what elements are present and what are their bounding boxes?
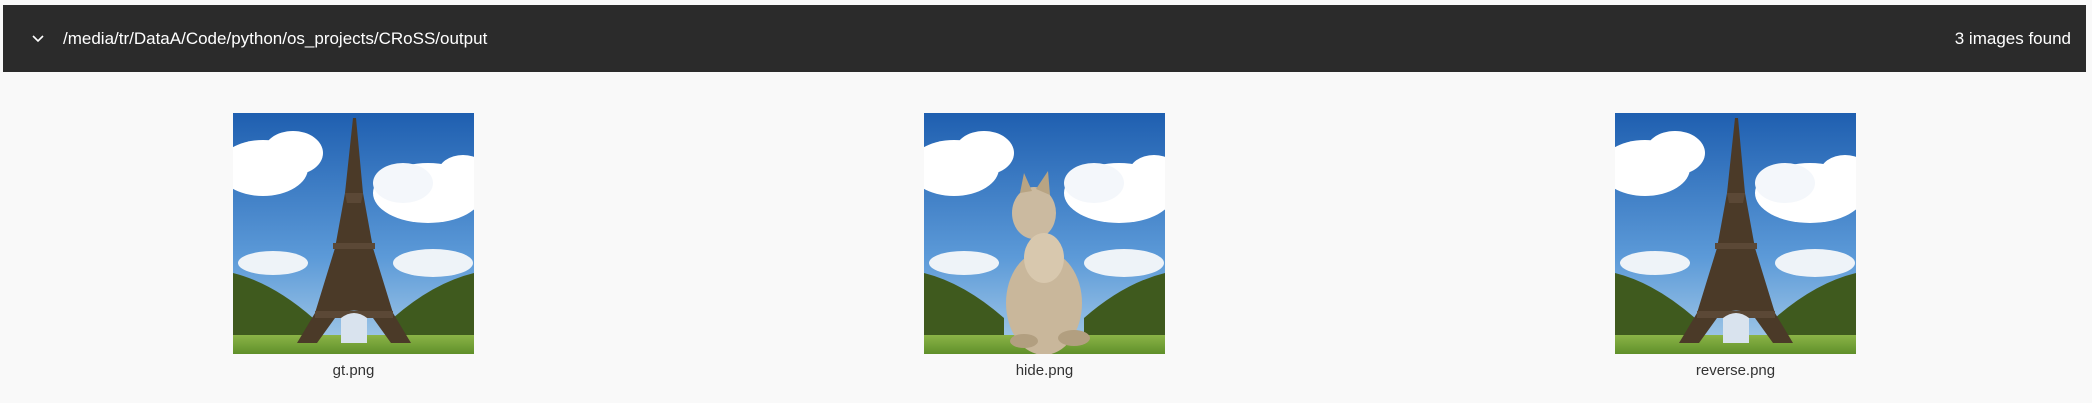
folder-path: /media/tr/DataA/Code/python/os_projects/… [63, 29, 488, 48]
thumbnail-gt[interactable] [233, 113, 474, 354]
eiffel-tower-image [1615, 113, 1856, 354]
thumbnail-caption: hide.png [1015, 362, 1074, 379]
thumbnail-caption: reverse.png [1695, 362, 1776, 379]
gallery-header: /media/tr/DataA/Code/python/os_projects/… [3, 5, 2086, 72]
chevron-down-icon[interactable] [28, 29, 48, 49]
thumbnail-hide[interactable] [924, 113, 1165, 354]
thumbnail-caption: gt.png [332, 362, 375, 379]
cat-image [924, 113, 1165, 354]
eiffel-tower-image [233, 113, 474, 354]
image-count: 3 images found [1954, 29, 2071, 48]
thumbnail-reverse[interactable] [1615, 113, 1856, 354]
